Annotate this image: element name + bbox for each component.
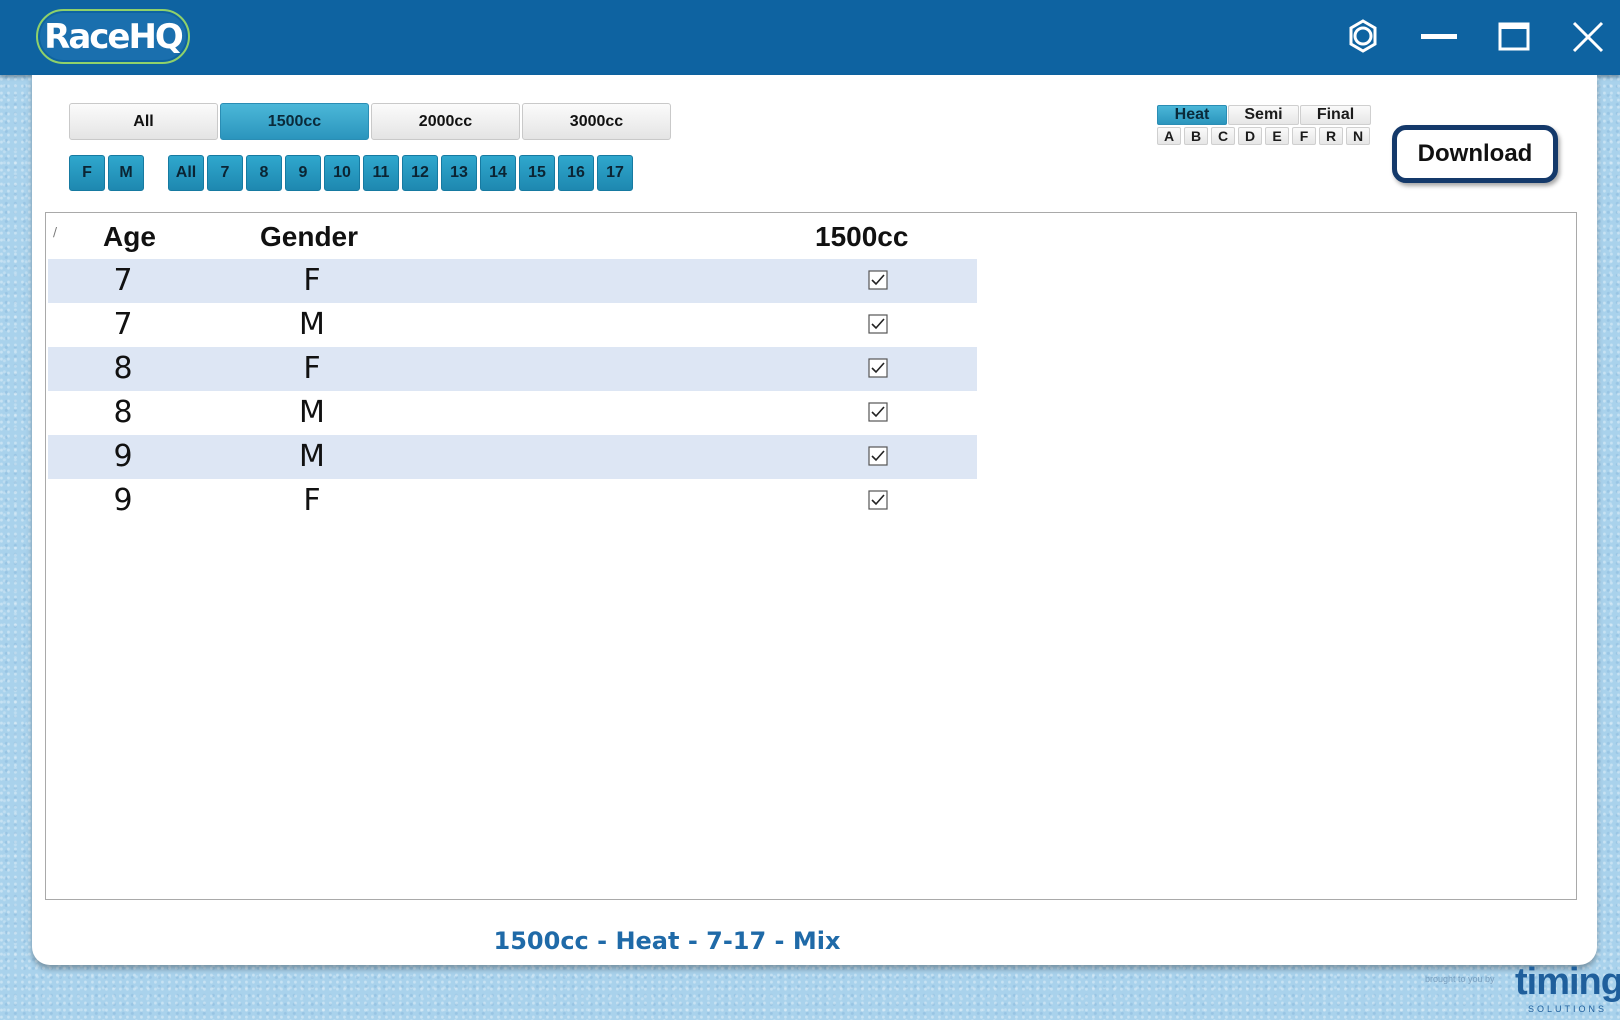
- settings-button[interactable]: [1338, 12, 1388, 62]
- class-tab-3000cc[interactable]: 3000cc: [522, 103, 671, 140]
- race-letter-e[interactable]: E: [1265, 127, 1289, 145]
- age-filter-14[interactable]: 14: [480, 155, 516, 191]
- checkbox-icon[interactable]: [868, 490, 888, 514]
- age-cell: 9: [113, 439, 133, 474]
- gender-filter-f[interactable]: F: [69, 155, 105, 191]
- title-bar: RaceHQ: [0, 0, 1620, 75]
- maximize-button[interactable]: [1489, 12, 1539, 62]
- results-table: / Age Gender 1500cc 7 F 7 M 8 F 8 M 9 M …: [45, 212, 1577, 900]
- class-tab-all[interactable]: All: [69, 103, 218, 140]
- table-row[interactable]: 7 F: [48, 259, 977, 303]
- age-filter-15[interactable]: 15: [519, 155, 555, 191]
- age-filter-10[interactable]: 10: [324, 155, 360, 191]
- race-letter-n[interactable]: N: [1346, 127, 1370, 145]
- gender-filter-m[interactable]: M: [108, 155, 144, 191]
- main-panel: All 1500cc 2000cc 3000cc F M All 7 8 9 1…: [32, 75, 1597, 965]
- class-tab-1500cc[interactable]: 1500cc: [220, 103, 369, 140]
- table-row[interactable]: 7 M: [48, 303, 977, 347]
- table-row[interactable]: 8 F: [48, 347, 977, 391]
- checkbox-icon[interactable]: [868, 270, 888, 294]
- age-filter-8[interactable]: 8: [246, 155, 282, 191]
- status-text: 1500cc - Heat - 7-17 - Mix: [493, 927, 841, 955]
- gender-cell: M: [299, 307, 325, 342]
- download-button[interactable]: Download: [1392, 125, 1558, 183]
- racehq-logo: RaceHQ: [36, 9, 190, 64]
- gender-cell: F: [303, 483, 321, 518]
- age-filter-12[interactable]: 12: [402, 155, 438, 191]
- age-filter-7[interactable]: 7: [207, 155, 243, 191]
- age-cell: 7: [113, 263, 133, 298]
- age-cell: 9: [113, 483, 133, 518]
- age-filter-all[interactable]: All: [168, 155, 204, 191]
- round-tab-final[interactable]: Final: [1300, 105, 1371, 125]
- close-button[interactable]: [1563, 12, 1613, 62]
- checkbox-icon[interactable]: [868, 402, 888, 426]
- brand-name: timing: [1515, 961, 1620, 1003]
- age-cell: 7: [113, 307, 133, 342]
- round-tab-semi[interactable]: Semi: [1228, 105, 1299, 125]
- checkbox-icon[interactable]: [868, 314, 888, 338]
- gender-cell: M: [299, 395, 325, 430]
- minimize-button[interactable]: [1414, 12, 1464, 62]
- age-cell: 8: [113, 395, 133, 430]
- table-row[interactable]: 8 M: [48, 391, 977, 435]
- race-letter-r[interactable]: R: [1319, 127, 1343, 145]
- age-filter-13[interactable]: 13: [441, 155, 477, 191]
- column-header-gender[interactable]: Gender: [260, 221, 358, 253]
- column-header-age[interactable]: Age: [103, 221, 156, 253]
- table-row[interactable]: 9 M: [48, 435, 977, 479]
- logo-text: RaceHQ: [44, 16, 184, 57]
- age-cell: 8: [113, 351, 133, 386]
- race-letter-f[interactable]: F: [1292, 127, 1316, 145]
- race-letter-b[interactable]: B: [1184, 127, 1208, 145]
- gender-cell: F: [303, 351, 321, 386]
- age-filter-17[interactable]: 17: [597, 155, 633, 191]
- race-letter-d[interactable]: D: [1238, 127, 1262, 145]
- age-filter-16[interactable]: 16: [558, 155, 594, 191]
- checkbox-icon[interactable]: [868, 446, 888, 470]
- checkbox-icon[interactable]: [868, 358, 888, 382]
- close-icon: [1570, 19, 1606, 55]
- gender-cell: F: [303, 263, 321, 298]
- gear-icon: [1344, 18, 1382, 56]
- table-row[interactable]: 9 F: [48, 479, 977, 523]
- race-letter-a[interactable]: A: [1157, 127, 1181, 145]
- age-filter-9[interactable]: 9: [285, 155, 321, 191]
- column-header-class[interactable]: 1500cc: [815, 221, 908, 253]
- race-letter-c[interactable]: C: [1211, 127, 1235, 145]
- table-corner-mark: /: [53, 225, 58, 239]
- brand-tagline: brought to you by: [1425, 974, 1495, 984]
- class-tab-2000cc[interactable]: 2000cc: [371, 103, 520, 140]
- brand-sub: SOLUTIONS: [1528, 1004, 1608, 1014]
- round-tab-heat[interactable]: Heat: [1157, 105, 1227, 125]
- gender-cell: M: [299, 439, 325, 474]
- maximize-icon: [1494, 17, 1534, 57]
- age-filter-11[interactable]: 11: [363, 155, 399, 191]
- minimize-icon: [1419, 17, 1459, 57]
